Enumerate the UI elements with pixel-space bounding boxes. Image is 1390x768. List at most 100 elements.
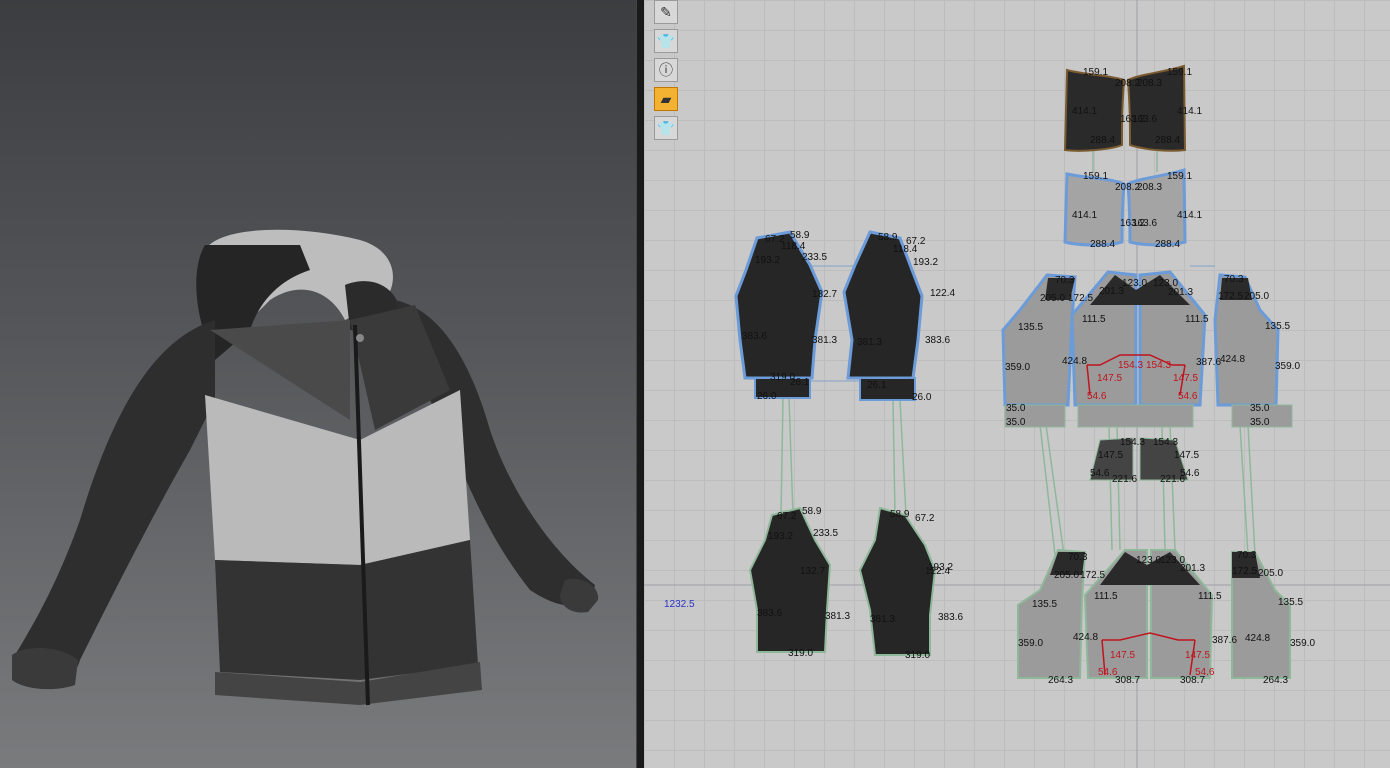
measurement-label: 288.4: [1155, 135, 1180, 146]
left-sleeve: [12, 320, 215, 684]
measurement-label: 154.3: [1118, 360, 1143, 371]
measurement-label: 205.0: [1258, 568, 1283, 579]
2d-pattern-window[interactable]: ✎ 👕 ⓘ ▰ 👕 1232.5 159.1 208.2 208.3 159.1…: [644, 0, 1390, 768]
measurement-label: 122.4: [925, 566, 950, 577]
measurement-label: 154.3: [1146, 360, 1171, 371]
measurement-label: 424.8: [1220, 354, 1245, 365]
measurement-label: 111.5: [1094, 591, 1118, 602]
measurement-label: 58.9: [790, 230, 810, 241]
measurement-label: 132.7: [800, 566, 825, 577]
measurement-label: 424.8: [1245, 633, 1270, 644]
measurement-label: 147.5: [1110, 650, 1135, 661]
measurement-label: 67.2: [915, 513, 935, 524]
measurement-label: 159.1: [1083, 67, 1108, 78]
measurement-label: 70.3: [1068, 552, 1088, 563]
measurement-label: 35.0: [1250, 417, 1270, 428]
measurement-label: 26.0: [912, 392, 932, 403]
measurement-label: 193.2: [755, 255, 780, 266]
measurement-label: 193.2: [768, 531, 793, 542]
measurement-label: 135.5: [1032, 599, 1057, 610]
measurement-label: 221.6: [1112, 474, 1137, 485]
measurement-label: 111.5: [1082, 314, 1106, 325]
measurement-label: 58.9: [878, 232, 898, 243]
measurement-label: 319.0: [788, 648, 813, 659]
measurement-label: 147.5: [1173, 373, 1198, 384]
zipper-pull: [356, 334, 364, 342]
measurement-label: 159.1: [1083, 171, 1108, 182]
measurement-label: 159.1: [1167, 67, 1192, 78]
measurement-label: 123.0: [1122, 278, 1147, 289]
measurement-label: 154.3: [1120, 437, 1145, 448]
measurement-label: 221.6: [1160, 474, 1185, 485]
measurement-label: 163.6: [1132, 218, 1157, 229]
measurement-label: 58.9: [802, 506, 822, 517]
measurement-label: 288.4: [1155, 239, 1180, 250]
measurement-label: 70.3: [1237, 550, 1257, 561]
measurement-label: 147.5: [1098, 450, 1123, 461]
measurement-label: 359.0: [1290, 638, 1315, 649]
measurement-label: 201.3: [1168, 287, 1193, 298]
3d-garment-viewport[interactable]: [0, 0, 636, 768]
measurement-label: 387.6: [1212, 635, 1237, 646]
body-chevron-panel: [205, 390, 470, 565]
measurement-label: 132.7: [812, 289, 837, 300]
measurement-label: 70.3: [1224, 274, 1244, 285]
measurement-label: 35.0: [1006, 403, 1026, 414]
measurement-label: 381.3: [812, 335, 837, 346]
measurement-label: 54.6: [1087, 391, 1107, 402]
measurement-label: 111.5: [1198, 591, 1222, 602]
measurement-label: 201.3: [1180, 563, 1205, 574]
measurement-label: 359.0: [1018, 638, 1043, 649]
measurement-label: 154.3: [1153, 437, 1178, 448]
measurement-label: 193.2: [913, 257, 938, 268]
measurement-label: 208.3: [1137, 78, 1162, 89]
measurement-label: 172.5: [1232, 566, 1257, 577]
measurement-label: 233.5: [802, 252, 827, 263]
left-cuff: [12, 648, 78, 690]
measurement-label: 147.5: [1174, 450, 1199, 461]
measurement-label: 70.3: [1055, 275, 1075, 286]
measurement-label: 147.5: [1185, 650, 1210, 661]
measurement-label: 424.8: [1073, 632, 1098, 643]
measurement-label: 118.4: [893, 244, 918, 255]
measurement-label: 264.3: [1048, 675, 1073, 686]
measurement-label: 26.1: [790, 377, 810, 388]
pattern-canvas[interactable]: 159.1208.2208.3159.1414.1163.2163.6414.1…: [644, 0, 1390, 768]
measurement-label: 414.1: [1072, 106, 1097, 117]
measurement-label: 122.4: [930, 288, 955, 299]
measurement-label: 67.2: [777, 511, 797, 522]
measurement-label: 135.5: [1265, 321, 1290, 332]
measurement-label: 424.8: [1062, 356, 1087, 367]
measurement-label: 414.1: [1177, 106, 1202, 117]
measurement-label: 135.5: [1018, 322, 1043, 333]
measurement-label: 308.7: [1180, 675, 1205, 686]
measurement-label: 35.0: [1250, 403, 1270, 414]
measurement-label: 264.3: [1263, 675, 1288, 686]
measurement-label: 201.3: [1099, 286, 1124, 297]
measurement-label: 172.5: [1068, 293, 1093, 304]
measurement-label: 205.0: [1040, 293, 1065, 304]
measurement-label: 172.5: [1080, 570, 1105, 581]
measurement-label: 205.0: [1244, 291, 1269, 302]
measurement-label: 26.0: [757, 391, 777, 402]
measurement-label: 54.6: [1178, 391, 1198, 402]
measurement-label: 135.5: [1278, 597, 1303, 608]
measurement-label: 233.5: [813, 528, 838, 539]
measurement-label: 359.0: [1005, 362, 1030, 373]
measurement-label: 118.4: [781, 241, 806, 252]
measurement-label: 381.3: [825, 611, 850, 622]
measurement-label: 205.0: [1054, 570, 1079, 581]
measurement-label: 387.6: [1196, 357, 1221, 368]
measurement-label: 319.0: [905, 650, 930, 661]
measurement-label: 414.1: [1177, 210, 1202, 221]
hoodie-3d-render: [12, 229, 599, 706]
measurement-label: 381.3: [870, 614, 895, 625]
measurement-label: 58.9: [890, 509, 910, 520]
viewport-splitter[interactable]: [636, 0, 644, 768]
measurement-label: 288.4: [1090, 239, 1115, 250]
measurement-label: 163.6: [1132, 114, 1157, 125]
measurement-label: 35.0: [1006, 417, 1026, 428]
measurement-label: 172.5: [1218, 291, 1243, 302]
measurement-label: 359.0: [1275, 361, 1300, 372]
measurement-label: 381.3: [857, 337, 882, 348]
